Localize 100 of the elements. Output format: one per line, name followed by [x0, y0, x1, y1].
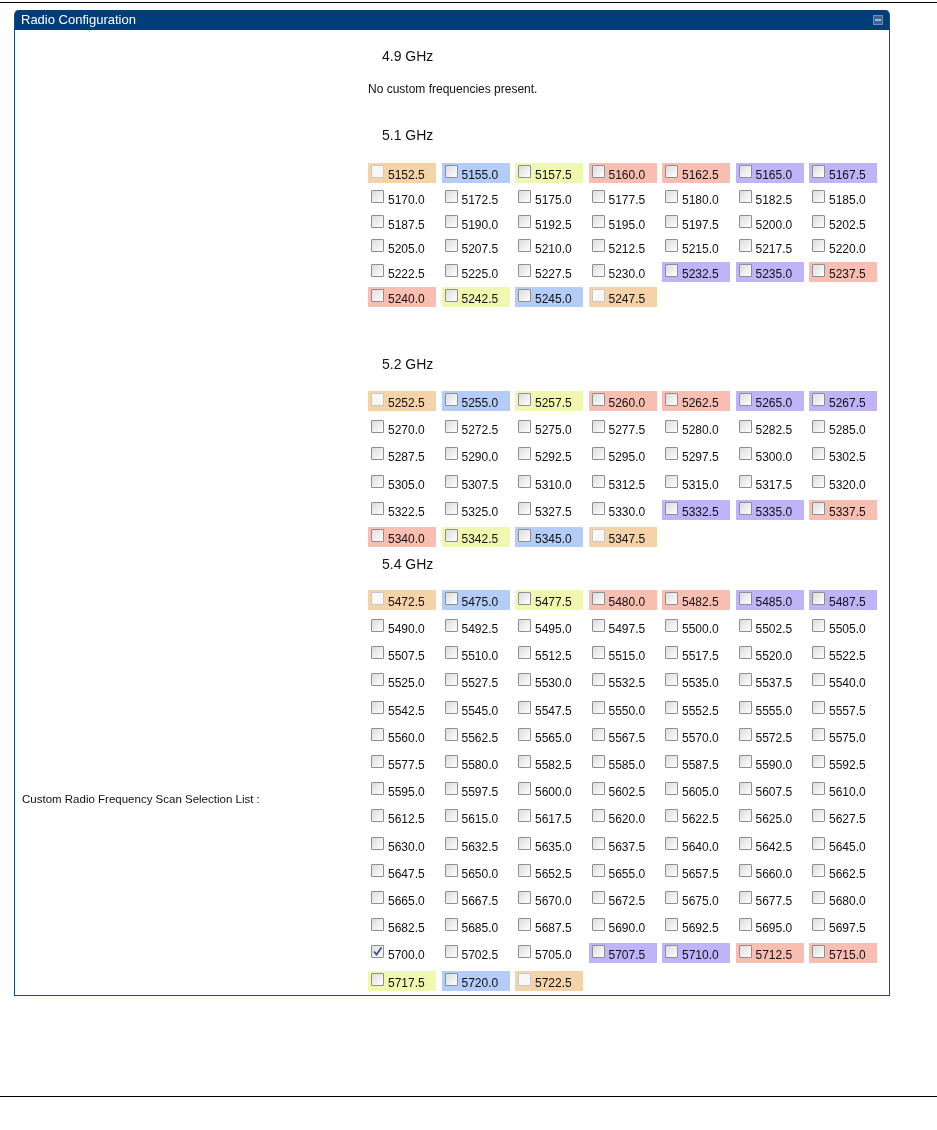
- checkbox[interactable]: [591, 420, 605, 434]
- checkbox[interactable]: [371, 945, 384, 959]
- checkbox[interactable]: [518, 891, 531, 904]
- checkbox[interactable]: [444, 945, 458, 959]
- checkbox[interactable]: [591, 619, 605, 633]
- checkbox[interactable]: [518, 189, 531, 203]
- checkbox[interactable]: [812, 727, 825, 741]
- checkbox[interactable]: [371, 700, 384, 714]
- checkbox[interactable]: [371, 673, 384, 687]
- checkbox[interactable]: [738, 420, 752, 434]
- checkbox[interactable]: [665, 727, 678, 741]
- checkbox[interactable]: [518, 945, 531, 959]
- checkbox[interactable]: [518, 809, 531, 823]
- checkbox[interactable]: [591, 264, 605, 278]
- checkbox[interactable]: [371, 474, 384, 488]
- checkbox[interactable]: [738, 755, 752, 769]
- checkbox[interactable]: [738, 214, 752, 228]
- checkbox[interactable]: [518, 700, 531, 714]
- checkbox[interactable]: [591, 809, 605, 823]
- checkbox[interactable]: [738, 189, 752, 203]
- checkbox[interactable]: [665, 165, 678, 178]
- checkbox[interactable]: [665, 447, 678, 461]
- checkbox[interactable]: [371, 214, 384, 228]
- checkbox[interactable]: [812, 189, 825, 203]
- checkbox[interactable]: [591, 646, 605, 660]
- checkbox[interactable]: [591, 891, 605, 904]
- checkbox[interactable]: [444, 289, 458, 302]
- checkbox[interactable]: [812, 239, 825, 253]
- checkbox[interactable]: [444, 165, 458, 178]
- checkbox[interactable]: [812, 420, 825, 434]
- checkbox[interactable]: [665, 646, 678, 660]
- checkbox[interactable]: [812, 782, 825, 796]
- checkbox[interactable]: [444, 264, 458, 278]
- checkbox[interactable]: [812, 646, 825, 660]
- checkbox[interactable]: [518, 393, 531, 406]
- checkbox[interactable]: [591, 836, 605, 850]
- checkbox[interactable]: [665, 214, 678, 228]
- checkbox[interactable]: [665, 591, 678, 605]
- checkbox[interactable]: [738, 809, 752, 823]
- checkbox[interactable]: [812, 165, 825, 178]
- checkbox[interactable]: [591, 165, 605, 178]
- checkbox[interactable]: [812, 836, 825, 850]
- checkbox[interactable]: [665, 945, 678, 959]
- checkbox[interactable]: [518, 214, 531, 228]
- checkbox[interactable]: [444, 189, 458, 203]
- checkbox[interactable]: [591, 474, 605, 488]
- checkbox[interactable]: [518, 619, 531, 633]
- checkbox[interactable]: [738, 836, 752, 850]
- checkbox[interactable]: [371, 836, 384, 850]
- checkbox[interactable]: [371, 972, 384, 986]
- checkbox[interactable]: [444, 972, 458, 986]
- checkbox[interactable]: [738, 700, 752, 714]
- checkbox[interactable]: [812, 700, 825, 714]
- checkbox[interactable]: [444, 755, 458, 769]
- checkbox[interactable]: [665, 755, 678, 769]
- checkbox[interactable]: [444, 447, 458, 461]
- checkbox[interactable]: [665, 393, 678, 406]
- checkbox[interactable]: [518, 474, 531, 488]
- checkbox[interactable]: [371, 420, 384, 434]
- checkbox[interactable]: [444, 528, 458, 542]
- checkbox[interactable]: [812, 501, 825, 515]
- checkbox[interactable]: [738, 264, 752, 278]
- checkbox[interactable]: [665, 420, 678, 434]
- checkbox[interactable]: [665, 700, 678, 714]
- checkbox[interactable]: [738, 918, 752, 932]
- checkbox[interactable]: [444, 673, 458, 687]
- checkbox[interactable]: [812, 809, 825, 823]
- checkbox[interactable]: [371, 619, 384, 633]
- checkbox[interactable]: [591, 945, 605, 959]
- checkbox[interactable]: [591, 214, 605, 228]
- checkbox[interactable]: [371, 727, 384, 741]
- checkbox[interactable]: [591, 755, 605, 769]
- checkbox[interactable]: [665, 673, 678, 687]
- checkbox[interactable]: [371, 863, 384, 877]
- checkbox[interactable]: [812, 474, 825, 488]
- checkbox[interactable]: [738, 891, 752, 904]
- checkbox[interactable]: [812, 945, 825, 959]
- checkbox[interactable]: [518, 673, 531, 687]
- checkbox[interactable]: [665, 189, 678, 203]
- checkbox[interactable]: [738, 474, 752, 488]
- checkbox[interactable]: [812, 591, 825, 605]
- checkbox[interactable]: [444, 646, 458, 660]
- checkbox[interactable]: [665, 863, 678, 877]
- checkbox[interactable]: [518, 836, 531, 850]
- checkbox[interactable]: [591, 239, 605, 253]
- checkbox[interactable]: [665, 891, 678, 904]
- checkbox[interactable]: [444, 474, 458, 488]
- checkbox[interactable]: [812, 264, 825, 278]
- checkbox[interactable]: [518, 447, 531, 461]
- checkbox[interactable]: [371, 528, 384, 542]
- checkbox[interactable]: [665, 782, 678, 796]
- checkbox[interactable]: [812, 447, 825, 461]
- checkbox[interactable]: [444, 727, 458, 741]
- checkbox[interactable]: [665, 809, 678, 823]
- checkbox[interactable]: [591, 501, 605, 515]
- checkbox[interactable]: [738, 591, 752, 605]
- checkbox[interactable]: [812, 863, 825, 877]
- checkbox[interactable]: [738, 727, 752, 741]
- checkbox[interactable]: [444, 782, 458, 796]
- checkbox[interactable]: [444, 700, 458, 714]
